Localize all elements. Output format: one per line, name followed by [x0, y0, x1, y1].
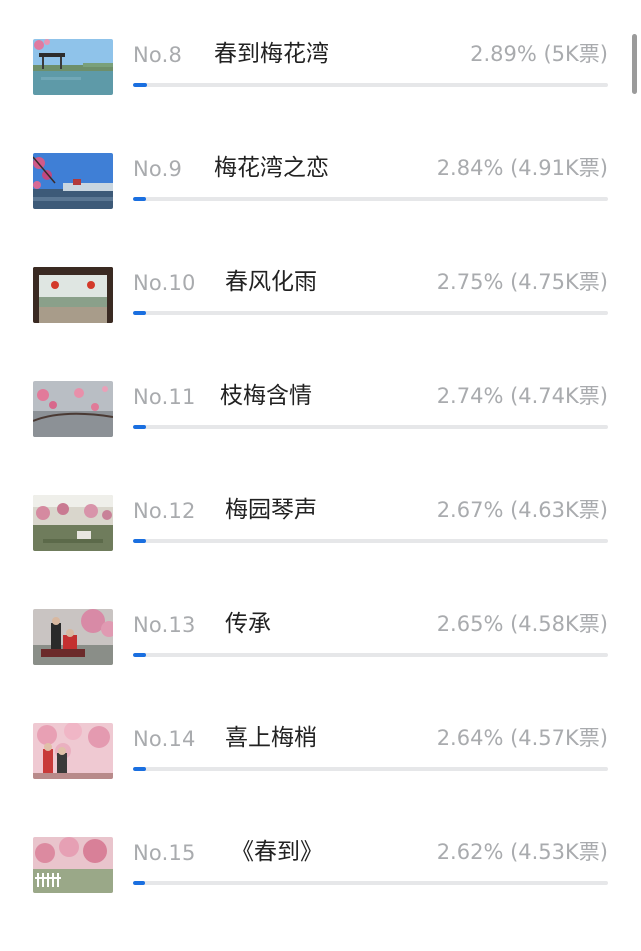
rank-label: No.8: [133, 43, 183, 67]
vote-stat: 2.84% (4.91K票): [436, 156, 608, 180]
rank-label: No.12: [133, 499, 196, 523]
ranking-row-14[interactable]: No.14 喜上梅梢 2.64% (4.57K票): [0, 723, 641, 837]
ranking-row-10[interactable]: No.10 春风化雨 2.75% (4.75K票): [0, 267, 641, 381]
entry-title: 春到梅花湾: [214, 41, 329, 67]
vote-progress-fill: [133, 425, 146, 429]
vote-stat: 2.67% (4.63K票): [436, 498, 608, 522]
vote-progress-bar: [133, 881, 608, 885]
rank-label: No.13: [133, 613, 196, 637]
entry-title: 春风化雨: [225, 269, 317, 295]
vote-progress-fill: [133, 197, 147, 201]
entry-title: 《春到》: [231, 839, 323, 865]
rank-label: No.10: [133, 271, 196, 295]
blossom-fence-photo[interactable]: [33, 837, 113, 893]
entry-title: 梅花湾之恋: [214, 155, 329, 181]
vote-progress-bar: [133, 83, 608, 87]
ranking-row-15[interactable]: No.15 《春到》 2.62% (4.53K票): [0, 837, 641, 951]
lake-pavilion-photo[interactable]: [33, 39, 113, 95]
rank-label: No.14: [133, 727, 196, 751]
vote-stat: 2.65% (4.58K票): [436, 612, 608, 636]
ranking-row-12[interactable]: No.12 梅园琴声 2.67% (4.63K票): [0, 495, 641, 609]
plum-branch-photo[interactable]: [33, 381, 113, 437]
entry-title: 梅园琴声: [225, 497, 317, 523]
vote-progress-fill: [133, 653, 146, 657]
vote-progress-fill: [133, 767, 146, 771]
vote-progress-bar: [133, 425, 608, 429]
vote-stat: 2.74% (4.74K票): [436, 384, 608, 408]
entry-title: 枝梅含情: [220, 383, 312, 409]
vote-progress-fill: [133, 539, 146, 543]
entry-title: 喜上梅梢: [225, 725, 317, 751]
ranking-row-8[interactable]: No.8 春到梅花湾 2.89% (5K票): [0, 39, 641, 153]
ranking-row-11[interactable]: No.11 枝梅含情 2.74% (4.74K票): [0, 381, 641, 495]
vote-progress-bar: [133, 653, 608, 657]
rank-label: No.15: [133, 841, 196, 865]
vote-progress-fill: [133, 311, 147, 315]
vote-progress-bar: [133, 311, 608, 315]
vote-progress-bar: [133, 539, 608, 543]
scrollbar[interactable]: [632, 34, 637, 94]
vote-stat: 2.75% (4.75K票): [436, 270, 608, 294]
ranking-row-13[interactable]: No.13 传承 2.65% (4.58K票): [0, 609, 641, 723]
vote-progress-fill: [133, 881, 146, 885]
rank-label: No.11: [133, 385, 196, 409]
corridor-lanterns-photo[interactable]: [33, 267, 113, 323]
vote-stat: 2.89% (5K票): [470, 42, 608, 66]
vote-progress-bar: [133, 197, 608, 201]
rank-label: No.9: [133, 157, 183, 181]
vote-stat: 2.62% (4.53K票): [436, 840, 608, 864]
garden-zither-photo[interactable]: [33, 495, 113, 551]
blossom-couple-photo[interactable]: [33, 723, 113, 779]
ranking-row-9[interactable]: No.9 梅花湾之恋 2.84% (4.91K票): [0, 153, 641, 267]
vote-progress-fill: [133, 83, 147, 87]
vote-progress-bar: [133, 767, 608, 771]
performers-photo[interactable]: [33, 609, 113, 665]
entry-title: 传承: [225, 611, 271, 637]
vote-stat: 2.64% (4.57K票): [436, 726, 608, 750]
blossom-sky-photo[interactable]: [33, 153, 113, 209]
